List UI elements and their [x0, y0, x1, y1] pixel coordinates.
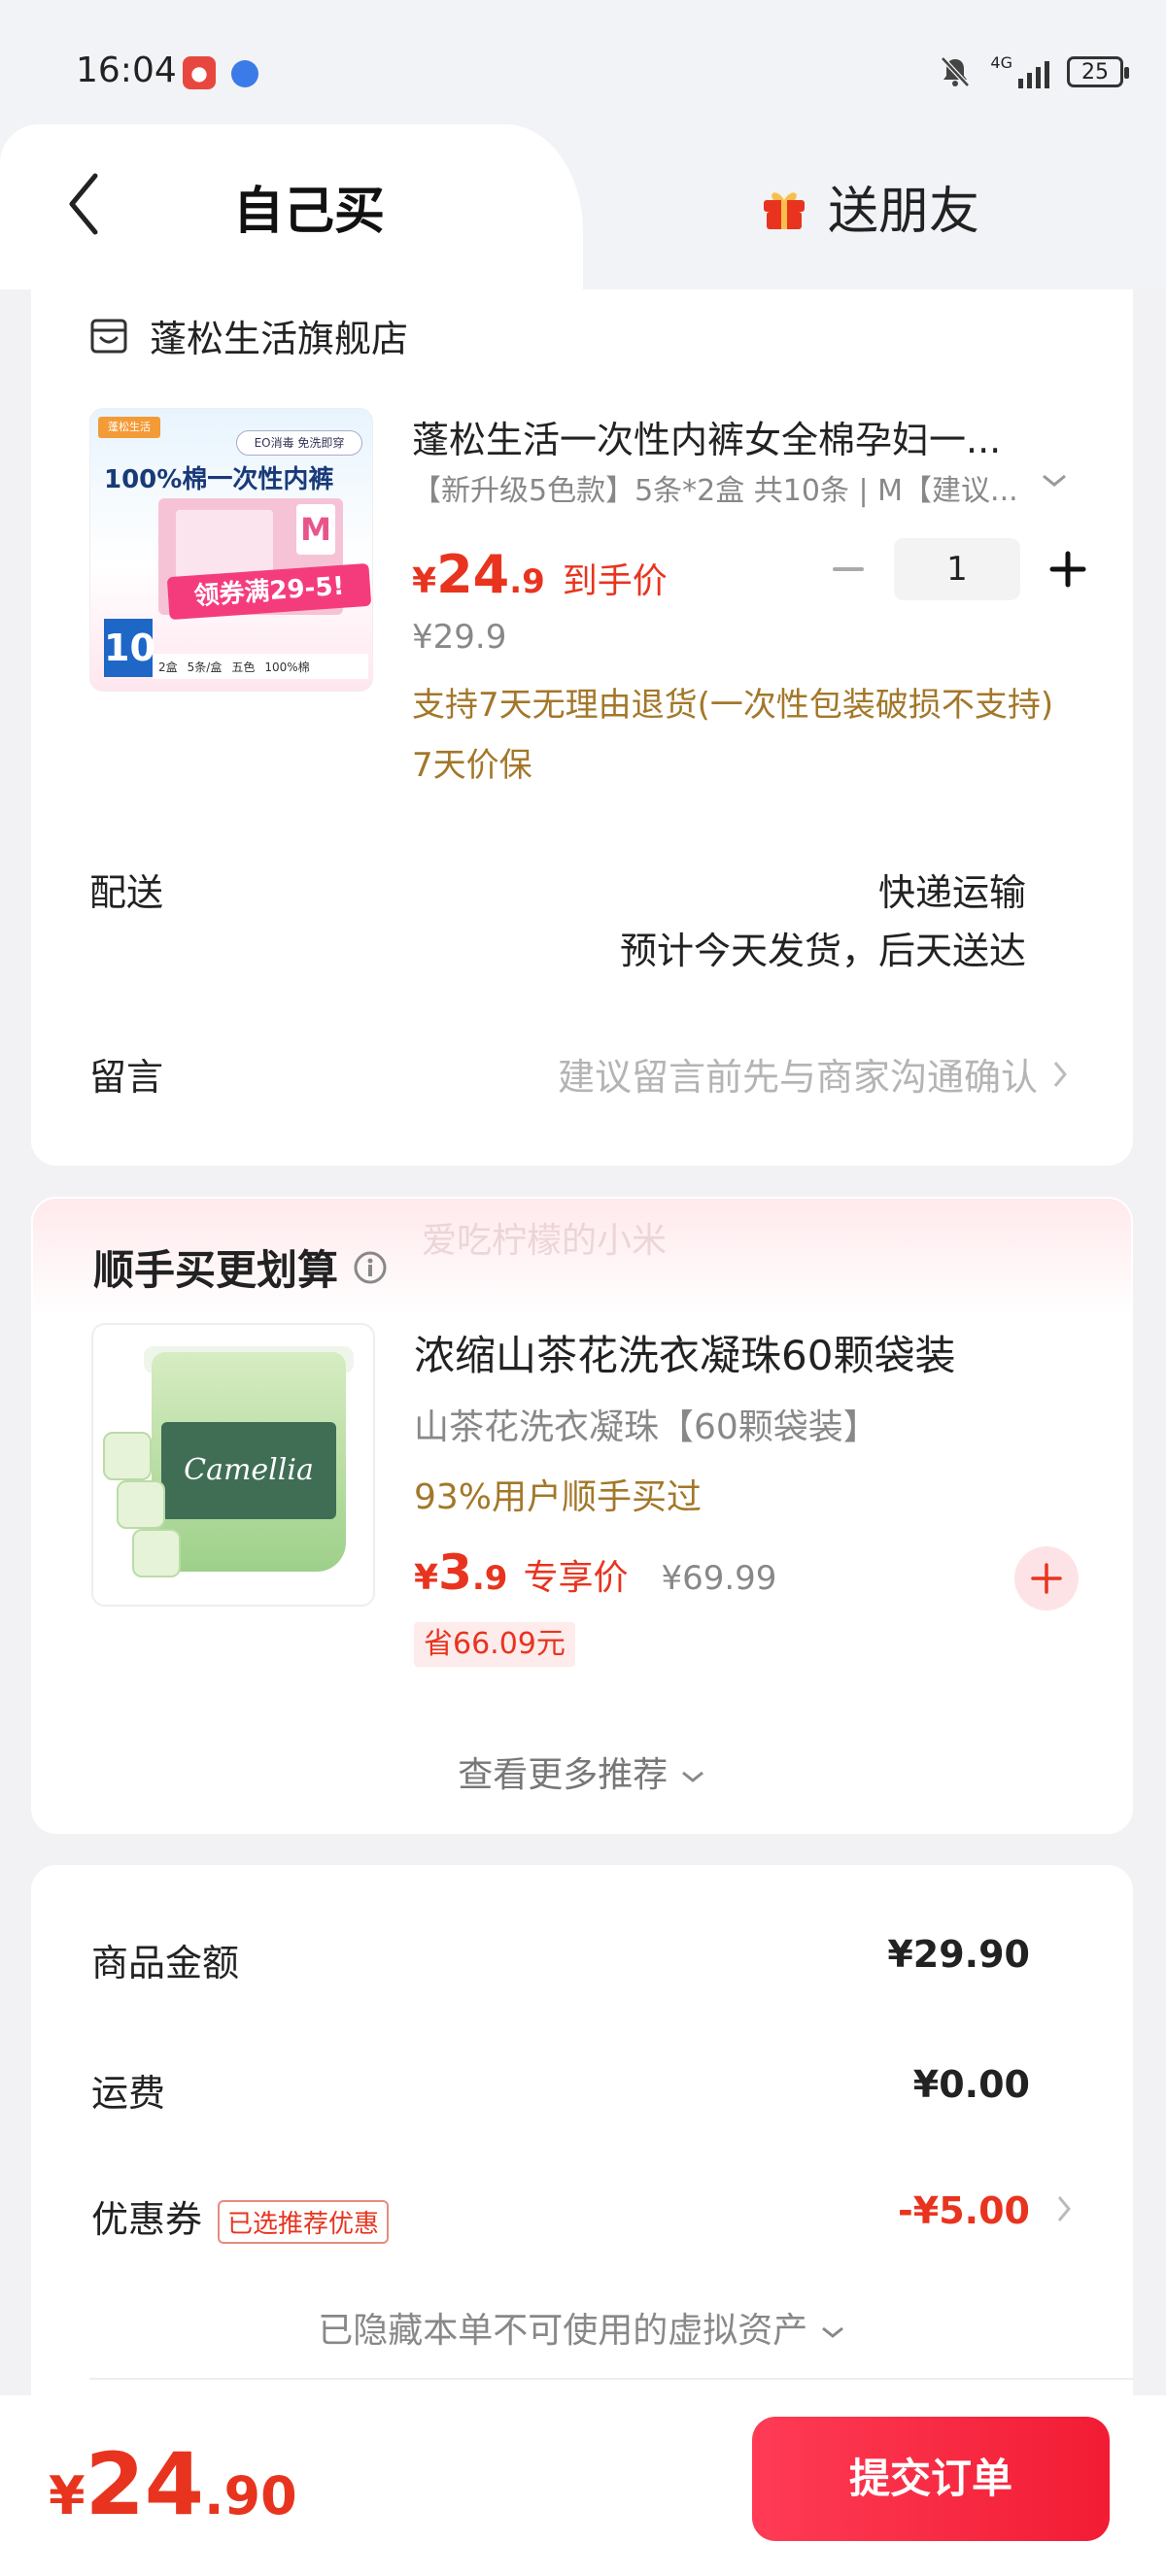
product-price: ¥ 24 .9 到手价 — [412, 544, 668, 605]
tab-gift-label: 送朋友 — [828, 183, 980, 241]
recommend-price: ¥ 3 .9 专享价 ¥69.99 — [414, 1544, 776, 1601]
pod — [103, 1432, 152, 1480]
original-price: ¥29.9 — [412, 618, 507, 657]
chevron-down-icon[interactable] — [1040, 470, 1069, 490]
recommend-product-image[interactable]: Camellia — [91, 1323, 375, 1607]
notification-app2-icon — [231, 60, 258, 87]
signal-icon: 4G — [990, 55, 1049, 88]
chevron-left-icon — [69, 173, 98, 235]
recommend-product-name[interactable]: 浓缩山茶花洗衣凝珠60颗袋装 — [414, 1323, 955, 1382]
pod — [117, 1480, 165, 1529]
price-protection[interactable]: 7天价保 — [412, 738, 532, 786]
product-image-tag: EO消毒 免洗即穿 — [236, 430, 362, 456]
more-recommend-label: 查看更多推荐 — [458, 1755, 669, 1795]
price-integer: 3 — [438, 1544, 472, 1601]
price-tag: 到手价 — [562, 561, 668, 601]
shipping-estimate: 预计今天发货，后天送达 — [619, 930, 1026, 972]
total-integer: 24 — [85, 2434, 205, 2534]
recommend-image-label: Camellia — [161, 1422, 336, 1519]
original-price: ¥69.99 — [661, 1559, 777, 1598]
store-name: 蓬松生活旗舰店 — [150, 318, 409, 360]
product-image-size: M — [296, 504, 335, 555]
price-symbol: ¥ — [414, 1558, 439, 1598]
recommend-social-proof: 93%用户顺手买过 — [414, 1477, 703, 1517]
status-icons: 4G 25 — [938, 54, 1129, 89]
plus-icon — [1031, 1563, 1062, 1594]
recommend-title: 顺手买更划算 — [93, 1237, 389, 1297]
recommend-card: 爱吃柠檬的小米 顺手买更划算 Camellia 浓缩山茶花洗衣凝珠60颗袋装 山… — [31, 1197, 1133, 1834]
coupon-row[interactable]: 优惠券 已选推荐优惠 — [91, 2189, 390, 2244]
goods-amount-value: ¥29.90 — [887, 1933, 1030, 1976]
product-title[interactable]: 蓬松生活一次性内裤女全棉孕妇一... — [412, 410, 1001, 463]
chevron-right-icon — [1053, 1061, 1067, 1087]
price-symbol: ¥ — [412, 561, 437, 601]
return-policy[interactable]: 支持7天无理由退货(一次性包装破损不支持) — [412, 678, 1053, 726]
total-symbol: ¥ — [49, 2465, 86, 2526]
notification-app-icon: ● — [183, 56, 216, 89]
network-type: 4G — [990, 53, 1012, 72]
product-image-bottom: 2盒 5条/盒 五色 100%棉 — [153, 654, 368, 679]
checkout-bar: ¥ 24 .90 提交订单 — [0, 2395, 1166, 2576]
chevron-down-icon — [821, 2326, 843, 2338]
product-image-brand: 蓬松生活 — [98, 417, 160, 438]
price-integer: 24 — [436, 544, 510, 605]
recommend-product-spec: 山茶花洗衣凝珠【60颗袋装】 — [414, 1407, 878, 1447]
message-placeholder: 建议留言前先与商家沟通确认 — [557, 1056, 1038, 1099]
total-price: ¥ 24 .90 — [49, 2434, 297, 2534]
price-summary-card: 商品金额 ¥29.90 运费 ¥0.00 优惠券 已选推荐优惠 -¥5.00 已隐… — [31, 1865, 1133, 2467]
chevron-right-icon[interactable] — [1055, 2193, 1073, 2224]
divider — [89, 2378, 1133, 2380]
product-image-bottom-item: 5条/盒 — [187, 660, 223, 674]
pod — [132, 1529, 181, 1577]
quantity-value[interactable]: 1 — [894, 538, 1020, 600]
watermark: 爱吃柠檬的小米 — [422, 1221, 668, 1261]
mute-bell-icon — [938, 54, 973, 89]
gift-icon — [764, 191, 805, 229]
message-field[interactable]: 建议留言前先与商家沟通确认 — [558, 1047, 1069, 1101]
shipping-method: 快递运输 — [877, 871, 1026, 914]
tab-gift-friend[interactable]: 送朋友 — [758, 170, 979, 243]
price-tag: 专享价 — [523, 1558, 629, 1598]
product-image-headline: 100%棉一次性内裤 — [104, 465, 334, 494]
freight-label: 运费 — [91, 2072, 166, 2115]
minus-icon — [833, 567, 864, 571]
product-image-bottom-item: 五色 — [231, 660, 256, 674]
info-icon[interactable] — [352, 1249, 389, 1286]
product-image-bottom-item: 100%棉 — [264, 660, 310, 674]
tab-self-buy[interactable]: 自己买 — [233, 170, 385, 243]
more-recommend-link[interactable]: 查看更多推荐 — [33, 1746, 1131, 1797]
plus-icon — [1049, 551, 1086, 588]
status-time: 16:04 — [76, 51, 177, 90]
freight-value: ¥0.00 — [912, 2063, 1030, 2106]
submit-order-button[interactable]: 提交订单 — [752, 2417, 1110, 2541]
price-decimal: .9 — [509, 562, 545, 601]
store-icon — [90, 319, 127, 353]
recommend-title-text: 顺手买更划算 — [93, 1246, 339, 1294]
increase-button[interactable] — [1046, 540, 1090, 598]
total-decimal: .90 — [204, 2465, 297, 2526]
coupon-badge: 已选推荐优惠 — [218, 2200, 390, 2244]
back-button[interactable] — [54, 165, 113, 243]
product-image-count: 10 — [104, 619, 155, 677]
product-image[interactable]: 蓬松生活 EO消毒 免洗即穿 100%棉一次性内裤 M 领券满29-5! 10 … — [89, 408, 373, 692]
quantity-stepper: 1 — [828, 538, 1090, 600]
hidden-assets-label: 已隐藏本单不可使用的虚拟资产 — [318, 2311, 808, 2351]
hidden-assets-toggle[interactable]: 已隐藏本单不可使用的虚拟资产 — [31, 2302, 1133, 2353]
product-spec[interactable]: 【新升级5色款】5条*2盒 共10条 | M【建议... — [412, 466, 1018, 509]
battery-icon: 25 — [1067, 56, 1129, 87]
goods-amount-label: 商品金额 — [91, 1942, 240, 1984]
decrease-button[interactable] — [828, 540, 869, 598]
store-row[interactable]: 蓬松生活旗舰店 — [87, 309, 408, 362]
price-decimal: .9 — [471, 1559, 508, 1598]
order-item-card: 蓬松生活旗舰店 蓬松生活 EO消毒 免洗即穿 100%棉一次性内裤 M 领券满2… — [31, 289, 1133, 1166]
savings-badge: 省66.09元 — [414, 1622, 575, 1667]
shipping-label: 配送 — [89, 871, 164, 914]
coupon-label: 优惠券 — [91, 2198, 203, 2241]
coupon-value[interactable]: -¥5.00 — [898, 2189, 1030, 2232]
add-to-order-button[interactable] — [1014, 1546, 1079, 1610]
chevron-down-icon — [681, 1771, 703, 1782]
product-image-bottom-item: 2盒 — [158, 660, 178, 674]
message-label: 留言 — [89, 1056, 164, 1099]
